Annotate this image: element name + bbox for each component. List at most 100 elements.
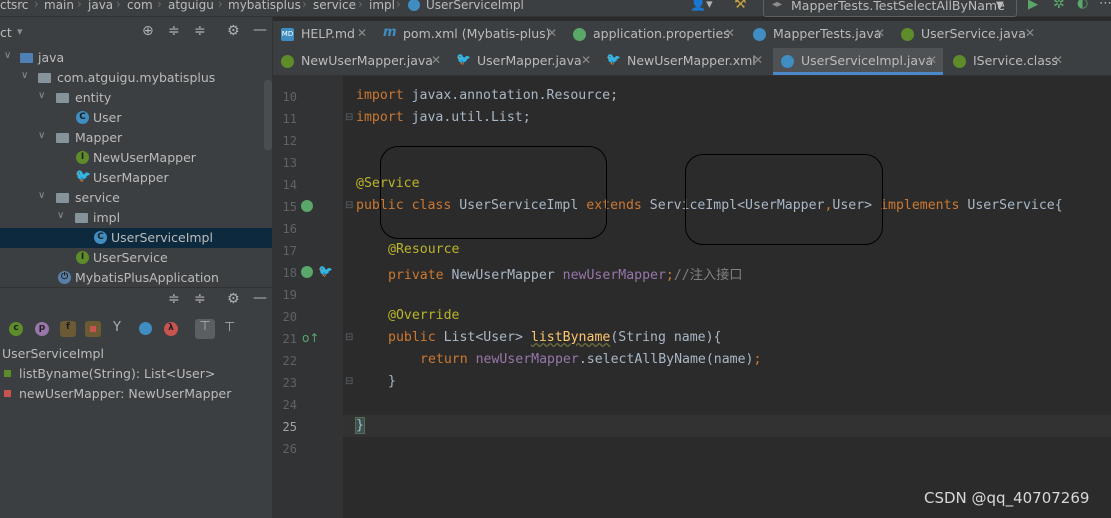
- tab-userserviceimpl-java[interactable]: UserServiceImpl.java ✕: [773, 48, 943, 75]
- close-icon[interactable]: ✕: [1053, 53, 1063, 67]
- more-icon[interactable]: ⋯: [1099, 0, 1111, 11]
- run-icon[interactable]: ▶: [1028, 0, 1038, 12]
- breadcrumb-item[interactable]: atguigu: [168, 0, 214, 12]
- breadcrumb-item[interactable]: ct: [0, 0, 11, 12]
- breadcrumb-item[interactable]: impl: [369, 0, 395, 12]
- code-editor[interactable]: [343, 76, 1111, 518]
- chevron-down-icon[interactable]: ▾: [17, 25, 23, 38]
- tree-item-entity[interactable]: ∨ entity: [0, 88, 272, 108]
- breadcrumb-item[interactable]: java: [88, 0, 113, 12]
- sort-alpha-icon[interactable]: ⊤: [224, 320, 235, 335]
- breadcrumb-item[interactable]: mybatisplus: [228, 0, 301, 12]
- tree-item-label: java: [38, 50, 65, 65]
- tab-usermapper-java[interactable]: 🐦 UserMapper.java ✕: [449, 48, 597, 75]
- tree-item-java[interactable]: ∨ java: [0, 48, 272, 68]
- breadcrumb-item[interactable]: src: [11, 0, 29, 12]
- interface-icon: [281, 55, 294, 68]
- show-lambdas-icon[interactable]: λ: [164, 322, 178, 336]
- locate-icon[interactable]: ⊕: [142, 23, 154, 39]
- interface-icon: I: [76, 251, 89, 264]
- fold-icon[interactable]: ⊟: [345, 112, 353, 123]
- close-icon[interactable]: ✕: [725, 26, 735, 40]
- breadcrumb-item[interactable]: service: [313, 0, 356, 12]
- tab-pom-xml[interactable]: m pom.xml (Mybatis-plus) ✕: [375, 21, 563, 48]
- spring-bean-icon[interactable]: [301, 266, 313, 278]
- minimize-icon[interactable]: —: [253, 22, 267, 38]
- tree-item-service[interactable]: ∨ service: [0, 188, 272, 208]
- breadcrumb-item[interactable]: com: [127, 0, 153, 12]
- tree-item-application[interactable]: ⏻ MybatisPlusApplication: [0, 268, 272, 288]
- tab-iservice-class[interactable]: IService.class ✕: [945, 48, 1069, 75]
- expand-all-icon[interactable]: ≑: [168, 291, 180, 307]
- show-non-public-icon[interactable]: [85, 321, 101, 337]
- collapse-all-icon[interactable]: ≑: [194, 23, 206, 39]
- tab-application-properties[interactable]: application.properties ✕: [565, 21, 743, 48]
- user-icon[interactable]: 👤▾: [690, 0, 713, 12]
- tab-help-md[interactable]: MD HELP.md ✕: [273, 21, 373, 48]
- line-number: 25: [282, 420, 297, 434]
- close-icon[interactable]: ✕: [581, 53, 591, 67]
- close-icon[interactable]: ✕: [357, 26, 367, 40]
- minimize-icon[interactable]: —: [253, 290, 267, 306]
- springboot-icon: ⏻: [58, 271, 71, 284]
- coverage-icon[interactable]: ◐: [1077, 0, 1088, 11]
- tree-item-label: NewUserMapper: [93, 150, 196, 165]
- structure-item[interactable]: listByname(String): List<User>: [0, 364, 272, 384]
- tab-newusermapper-xml[interactable]: 🐦 NewUserMapper.xml ✕: [599, 48, 771, 75]
- tree-item-newusermapper[interactable]: I NewUserMapper: [0, 148, 272, 168]
- fold-icon[interactable]: ⊟: [345, 200, 353, 211]
- expand-all-icon[interactable]: ≑: [168, 23, 180, 39]
- run-configuration-select[interactable]: ◂▸ MapperTests.TestSelectAllByName ▼: [763, 0, 1017, 17]
- structure-item[interactable]: newUserMapper: NewUserMapper: [0, 384, 272, 404]
- tree-item-userserviceimpl[interactable]: C UserServiceImpl: [0, 228, 272, 248]
- override-icon[interactable]: o↑: [302, 331, 319, 345]
- gear-icon[interactable]: ⚙: [227, 291, 240, 307]
- gear-icon[interactable]: ⚙: [227, 23, 240, 39]
- breadcrumb-item[interactable]: UserServiceImpl: [426, 0, 524, 12]
- hammer-icon[interactable]: ⚒: [734, 0, 747, 12]
- close-icon[interactable]: ✕: [753, 53, 763, 67]
- tree-scrollbar[interactable]: [264, 80, 272, 150]
- hierarchy-icon[interactable]: Y: [113, 320, 121, 335]
- tree-item-impl[interactable]: ∨ impl: [0, 208, 272, 228]
- tab-newusermapper-java[interactable]: NewUserMapper.java ✕: [273, 48, 447, 75]
- annotation-box: [380, 146, 607, 239]
- show-properties-icon[interactable]: p: [35, 322, 49, 336]
- tree-item-mapper[interactable]: ∨ Mapper: [0, 128, 272, 148]
- breadcrumb-item[interactable]: main: [44, 0, 74, 12]
- close-icon[interactable]: ✕: [1025, 26, 1035, 40]
- tree-item-userservice[interactable]: I UserService: [0, 248, 272, 268]
- interface-icon: I: [76, 151, 89, 164]
- code-line: import javax.annotation.Resource;: [356, 88, 619, 103]
- sort-visibility-icon[interactable]: ⊤: [195, 319, 215, 339]
- spring-bean-icon[interactable]: [301, 200, 313, 212]
- fold-icon[interactable]: ⊟: [345, 332, 353, 343]
- tab-userservice[interactable]: UserService.java ✕: [893, 21, 1041, 48]
- show-anonymous-icon[interactable]: [139, 322, 152, 335]
- navigation-bar: ct › src › main › java › com › atguigu ›…: [0, 0, 1111, 17]
- breadcrumb-separator: ›: [396, 0, 401, 11]
- close-icon[interactable]: ✕: [547, 26, 557, 40]
- code-line: @Resource: [388, 242, 460, 257]
- lock-icon: [90, 326, 96, 332]
- tree-item-package[interactable]: ∨ com.atguigu.mybatisplus: [0, 68, 272, 88]
- collapse-all-icon[interactable]: ≑: [194, 291, 206, 307]
- markdown-icon: MD: [281, 28, 294, 41]
- tab-mappertests[interactable]: MapperTests.java ✕: [745, 21, 891, 48]
- tree-item-usermapper[interactable]: 🐦 UserMapper: [0, 168, 272, 188]
- close-icon[interactable]: ✕: [431, 53, 441, 67]
- show-fields-icon[interactable]: f: [60, 321, 76, 337]
- tree-item-label: Mapper: [75, 130, 123, 145]
- run-config-icon: ◂▸: [772, 0, 783, 10]
- current-line-highlight: [343, 415, 1111, 437]
- debug-icon[interactable]: ✲: [1053, 0, 1065, 12]
- line-number: 15: [282, 200, 297, 214]
- show-inherited-icon[interactable]: c: [9, 322, 23, 336]
- close-icon[interactable]: ✕: [875, 26, 885, 40]
- structure-root[interactable]: UserServiceImpl: [0, 344, 272, 364]
- fold-icon[interactable]: ⊟: [345, 376, 353, 387]
- close-icon[interactable]: ✕: [927, 53, 937, 67]
- package-icon: [56, 133, 69, 143]
- mybatis-icon[interactable]: 🐦: [318, 264, 333, 278]
- tree-item-user[interactable]: C User: [0, 108, 272, 128]
